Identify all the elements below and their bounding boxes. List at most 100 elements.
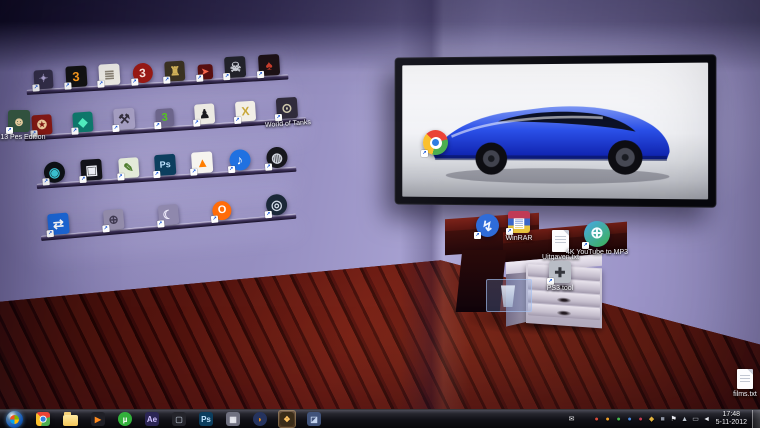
paint-net-shortcut[interactable]: ✎↗ bbox=[118, 157, 139, 178]
tray-eject-icon[interactable]: ▲ bbox=[681, 416, 689, 423]
films-txt-file[interactable]: films.txt bbox=[737, 369, 753, 389]
4k-youtube-to-mp3-shortcut[interactable]: ⊕↗4K YouTube to MP3 bbox=[584, 221, 610, 247]
taskbar-explorer[interactable] bbox=[62, 411, 79, 427]
red-car-game-shortcut[interactable]: ➤↗ bbox=[197, 64, 213, 80]
itunes-shortcut[interactable]: ♪↗ bbox=[229, 149, 251, 171]
flight-simulator-x-shortcut[interactable]: X↗ bbox=[235, 101, 256, 122]
ps3-tool-shortcut-label: PS3 tool bbox=[547, 285, 573, 292]
shortcut-arrow-overlay: ↗ bbox=[223, 73, 230, 80]
counter-strike-shortcut[interactable]: ♟↗ bbox=[194, 103, 215, 124]
tray-update-icon[interactable]: ● bbox=[604, 416, 612, 423]
daemon-tools-lite-shortcut[interactable]: ↯↗ bbox=[476, 214, 499, 237]
battlefield-3-shortcut[interactable]: 3↗ bbox=[65, 65, 87, 87]
pes-2013-shortcut[interactable]: ☻↗2013 Pes Edition bbox=[8, 110, 30, 132]
green-3-game-shortcut[interactable]: 3↗ bbox=[155, 108, 174, 127]
tray-app-icon[interactable]: ■ bbox=[659, 416, 667, 423]
clock-time: 17:48 bbox=[716, 411, 747, 419]
shortcut-arrow-overlay: ↗ bbox=[547, 278, 554, 285]
crossed-tools-game-shortcut[interactable]: ⚒↗ bbox=[113, 108, 135, 130]
steam-shortcut[interactable]: ◎↗ bbox=[265, 193, 288, 216]
taskbar: ▶µAe▢Ps▦◗❖◪ ✉●●●●●◆■⚑▲▭◄ 17:48 5-11-2012 bbox=[0, 409, 760, 428]
teamviewer-shortcut[interactable]: ⇄↗ bbox=[47, 213, 70, 236]
tray-security-icon[interactable]: ● bbox=[593, 416, 601, 423]
winrar-shortcut[interactable]: ▤↗WinRAR bbox=[508, 211, 530, 233]
hatted-figure-game-shortcut[interactable]: ♠↗ bbox=[258, 54, 280, 76]
taskbar-after-effects[interactable]: Ae bbox=[144, 411, 160, 427]
gold-figure-game-shortcut[interactable]: ♜↗ bbox=[164, 61, 185, 82]
tray-sync-icon[interactable]: ● bbox=[626, 416, 634, 423]
taskbar-clock[interactable]: 17:48 5-11-2012 bbox=[711, 411, 752, 427]
steam-shortcut-glyph: ◎ bbox=[270, 198, 282, 212]
shortcut-arrow-overlay: ↗ bbox=[6, 127, 13, 134]
shortcut-arrow-overlay: ↗ bbox=[42, 178, 49, 185]
war-game-shortcut-glyph: ✪ bbox=[37, 118, 48, 131]
taskbar-chrome[interactable] bbox=[35, 411, 51, 427]
taskbar-after-effects-icon: Ae bbox=[145, 412, 159, 426]
clock-date: 5-11-2012 bbox=[716, 419, 747, 427]
white-box-game-shortcut[interactable]: ≣↗ bbox=[98, 63, 120, 85]
taskbar-explorer-icon bbox=[63, 415, 78, 426]
origin-shortcut[interactable]: O↗ bbox=[212, 200, 233, 221]
cube-app-shortcut[interactable]: ▣↗ bbox=[81, 159, 103, 181]
4k-youtube-to-mp3-shortcut-glyph: ⊕ bbox=[590, 226, 603, 242]
taskbar-utorrent[interactable]: µ bbox=[117, 411, 133, 427]
photoshop-shortcut[interactable]: Ps↗ bbox=[154, 154, 176, 176]
taskbar-notes-app[interactable]: ◪ bbox=[306, 411, 322, 427]
emblem-game-shortcut[interactable]: ✦↗ bbox=[33, 69, 53, 89]
4k-youtube-to-mp3-shortcut-label: 4K YouTube to MP3 bbox=[566, 249, 628, 256]
skull-game-shortcut[interactable]: ☠↗ bbox=[224, 56, 246, 78]
taskbar-media-player[interactable]: ▶ bbox=[90, 411, 106, 427]
winrar-shortcut-label: WinRAR bbox=[506, 235, 533, 242]
tray-utorrent-icon[interactable]: ● bbox=[615, 416, 623, 423]
shortcut-arrow-overlay: ↗ bbox=[80, 176, 87, 183]
teamviewer-shortcut-glyph: ⇄ bbox=[52, 217, 64, 231]
tray-color-profile-icon[interactable]: ◆ bbox=[648, 416, 656, 423]
taskbar-capture-tool[interactable]: ▢ bbox=[171, 411, 187, 427]
vlc-shortcut-glyph: ▲ bbox=[196, 156, 210, 170]
globe-app-shortcut[interactable]: ⊕↗ bbox=[103, 209, 125, 231]
vlc-shortcut[interactable]: ▲↗ bbox=[191, 151, 213, 173]
taskbar-photoshop[interactable]: Ps bbox=[198, 411, 214, 427]
taskbar-pinned-items: ▶ µ Ae ▢ Ps ▦ ◗ ❖ ◪ bbox=[0, 410, 568, 428]
taskbar-cart-app[interactable]: ▦ bbox=[225, 411, 241, 427]
tray-alert-icon[interactable]: ● bbox=[637, 416, 645, 423]
sims-3-shortcut-glyph: ◆ bbox=[78, 116, 88, 129]
sims-3-shortcut[interactable]: ◆↗ bbox=[72, 111, 93, 132]
wall-tv bbox=[395, 54, 717, 207]
hatted-figure-game-shortcut-glyph: ♠ bbox=[265, 58, 273, 71]
taskbar-firefox[interactable]: ◗ bbox=[252, 411, 268, 427]
taskbar-photo-viewer[interactable]: ❖ bbox=[279, 411, 295, 427]
shortcut-arrow-overlay: ↗ bbox=[257, 71, 264, 78]
shortcut-arrow-overlay: ↗ bbox=[112, 125, 119, 132]
film-reel-shortcut-glyph: ◍ bbox=[271, 151, 283, 165]
media-player-classic-shortcut-glyph: ◉ bbox=[48, 165, 60, 179]
show-desktop-button[interactable] bbox=[752, 410, 760, 428]
tray-display-icon[interactable]: ▭ bbox=[692, 416, 700, 423]
crossed-tools-game-shortcut-glyph: ⚒ bbox=[118, 112, 130, 126]
paint-net-shortcut-glyph: ✎ bbox=[123, 162, 134, 175]
film-reel-shortcut[interactable]: ◍↗ bbox=[266, 146, 288, 168]
moon-app-shortcut[interactable]: ☾↗ bbox=[157, 204, 179, 226]
taskbar-firefox-icon: ◗ bbox=[253, 412, 267, 426]
shortcut-arrow-overlay: ↗ bbox=[64, 82, 71, 89]
google-chrome-shortcut[interactable]: ↗ bbox=[423, 130, 448, 155]
shortcut-arrow-overlay: ↗ bbox=[117, 173, 124, 180]
world-of-tanks-shortcut-glyph: ⊙ bbox=[281, 101, 293, 115]
red-emblem-game-shortcut[interactable]: 3↗ bbox=[132, 63, 153, 84]
start-button[interactable] bbox=[5, 410, 24, 428]
photoshop-shortcut-glyph: Ps bbox=[159, 160, 171, 170]
emblem-game-shortcut-glyph: ✦ bbox=[39, 74, 49, 86]
world-of-tanks-shortcut[interactable]: ⊙↗World of Tanks bbox=[276, 97, 298, 119]
tray-mail-icon[interactable]: ✉ bbox=[568, 416, 576, 423]
ps3-tool-shortcut[interactable]: ✚↗PS3 tool bbox=[549, 261, 571, 283]
media-player-classic-shortcut[interactable]: ◉↗ bbox=[43, 161, 65, 183]
taskbar-utorrent-icon: µ bbox=[118, 412, 132, 426]
tray-volume-icon[interactable]: ◄ bbox=[703, 416, 711, 423]
war-game-shortcut[interactable]: ✪↗ bbox=[31, 114, 52, 135]
shortcut-arrow-overlay: ↗ bbox=[506, 228, 513, 235]
shortcut-arrow-overlay: ↗ bbox=[102, 225, 110, 233]
shortcut-arrow-overlay: ↗ bbox=[71, 127, 78, 134]
shortcut-arrow-overlay: ↗ bbox=[211, 215, 219, 223]
tray-flag-icon[interactable]: ⚑ bbox=[670, 416, 678, 423]
shortcut-arrow-overlay: ↗ bbox=[153, 171, 160, 178]
